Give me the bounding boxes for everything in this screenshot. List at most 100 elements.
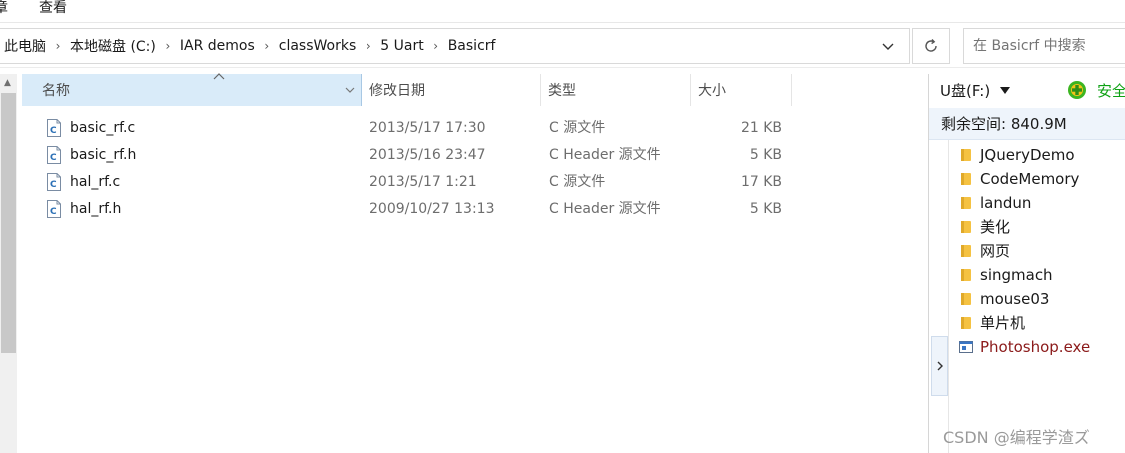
file-name[interactable]: basic_rf.c xyxy=(70,115,135,142)
watermark: CSDN @编程学渣ズ xyxy=(943,428,1090,447)
file-date: 2013/5/16 23:47 xyxy=(369,147,486,163)
file-row[interactable]: C basic_rf.h 2013/5/16 23:47 C Header 源文… xyxy=(22,142,792,169)
list-item[interactable]: Photoshop.exe xyxy=(959,335,1124,359)
folder-icon xyxy=(961,149,971,161)
expand-panel-button[interactable] xyxy=(931,336,948,396)
file-date: 2013/5/17 1:21 xyxy=(369,174,477,190)
file-type: C Header 源文件 xyxy=(549,201,661,217)
folder-icon xyxy=(961,221,971,233)
file-type: C Header 源文件 xyxy=(549,147,661,163)
folder-icon xyxy=(961,317,971,329)
scroll-up-arrow-icon[interactable]: ▲ xyxy=(4,78,11,88)
file-row[interactable]: C hal_rf.c 2013/5/17 1:21 C 源文件 17 KB xyxy=(22,169,792,196)
safe-eject-label[interactable]: 安全 xyxy=(1097,74,1125,108)
list-item[interactable]: 网页 xyxy=(959,239,1124,263)
breadcrumb-item-basicrf[interactable]: Basicrf xyxy=(448,38,496,54)
c-source-file-icon: C xyxy=(47,173,61,191)
drive-item-name: JQueryDemo xyxy=(980,146,1075,164)
ribbon-tab-strip: 章 查看 xyxy=(0,0,1125,23)
chevron-right-icon[interactable]: › xyxy=(356,39,380,53)
file-row[interactable]: C basic_rf.c 2013/5/17 17:30 C 源文件 21 KB xyxy=(22,115,792,142)
folder-icon xyxy=(961,173,971,185)
file-size: 5 KB xyxy=(749,147,782,163)
scrollbar-thumb[interactable] xyxy=(1,93,16,353)
svg-text:C: C xyxy=(50,153,57,163)
column-header-name-label: 名称 xyxy=(42,83,70,99)
caret-down-icon[interactable] xyxy=(999,86,1011,95)
file-name[interactable]: basic_rf.h xyxy=(70,142,136,169)
address-row: 此电脑 › 本地磁盘 (C:) › IAR demos › classWorks… xyxy=(0,24,1125,68)
list-item[interactable]: landun xyxy=(959,191,1124,215)
drive-item-name: Photoshop.exe xyxy=(980,338,1091,356)
file-row[interactable]: C hal_rf.h 2009/10/27 13:13 C Header 源文件… xyxy=(22,196,792,223)
folder-icon xyxy=(961,269,971,281)
folder-icon xyxy=(961,197,971,209)
search-input[interactable] xyxy=(964,29,1124,63)
drive-item-name: 网页 xyxy=(980,242,1011,260)
file-size: 21 KB xyxy=(740,120,782,136)
svg-text:C: C xyxy=(50,207,57,217)
breadcrumb-item-iar-demos[interactable]: IAR demos xyxy=(180,38,255,54)
sort-ascending-icon xyxy=(213,73,225,80)
free-space-text: 剩余空间: 840.9M xyxy=(941,115,1067,133)
breadcrumb-item-classworks[interactable]: classWorks xyxy=(279,38,357,54)
address-bar[interactable]: 此电脑 › 本地磁盘 (C:) › IAR demos › classWorks… xyxy=(0,28,910,64)
chevron-down-icon[interactable] xyxy=(343,84,357,96)
refresh-icon xyxy=(925,39,937,52)
application-exe-icon xyxy=(959,341,973,353)
drive-item-name: 美化 xyxy=(980,218,1011,236)
folder-icon xyxy=(961,293,971,305)
file-date: 2009/10/27 13:13 xyxy=(369,201,495,217)
list-item[interactable]: 美化 xyxy=(959,215,1124,239)
breadcrumb-item-5-uart[interactable]: 5 Uart xyxy=(380,38,423,54)
chevron-right-icon[interactable]: › xyxy=(255,39,279,53)
list-item[interactable]: 单片机 xyxy=(959,311,1124,335)
chevron-down-icon[interactable] xyxy=(880,40,896,54)
list-item[interactable]: singmach xyxy=(959,263,1124,287)
list-item[interactable]: CodeMemory xyxy=(959,167,1124,191)
chevron-right-icon[interactable]: › xyxy=(46,39,70,53)
drive-label[interactable]: U盘(F:) xyxy=(940,74,990,108)
c-header-file-icon: C xyxy=(47,146,61,164)
drive-item-name: mouse03 xyxy=(980,290,1050,308)
file-name[interactable]: hal_rf.c xyxy=(70,169,120,196)
panel-expand-strip xyxy=(929,140,949,453)
file-size: 5 KB xyxy=(749,201,782,217)
chevron-right-icon[interactable]: › xyxy=(156,39,180,53)
file-name[interactable]: hal_rf.h xyxy=(70,196,121,223)
c-header-file-icon: C xyxy=(47,200,61,218)
drive-item-name: 单片机 xyxy=(980,314,1026,332)
column-header-type-label: 类型 xyxy=(548,83,576,99)
chevron-right-icon[interactable]: › xyxy=(424,39,448,53)
column-header-date[interactable]: 修改日期 xyxy=(363,74,541,106)
vertical-scrollbar[interactable]: ▲ xyxy=(0,74,17,453)
file-size: 17 KB xyxy=(740,174,782,190)
file-type: C 源文件 xyxy=(549,174,606,190)
list-item[interactable]: JQueryDemo xyxy=(959,143,1124,167)
breadcrumb: 此电脑 › 本地磁盘 (C:) › IAR demos › classWorks… xyxy=(4,29,495,63)
breadcrumb-item-this-pc[interactable]: 此电脑 xyxy=(4,36,46,56)
svg-text:C: C xyxy=(50,180,57,190)
ribbon-tab-view[interactable]: 查看 xyxy=(39,0,67,16)
drive-item-name: landun xyxy=(980,194,1032,212)
refresh-button[interactable] xyxy=(912,28,950,64)
column-header-type[interactable]: 类型 xyxy=(542,74,691,106)
list-item[interactable]: mouse03 xyxy=(959,287,1124,311)
folder-icon xyxy=(961,245,971,257)
ribbon-tab-partial[interactable]: 章 xyxy=(0,0,8,16)
column-header-size-label: 大小 xyxy=(698,83,726,99)
free-space-bar: 剩余空间: 840.9M xyxy=(929,108,1125,140)
file-type: C 源文件 xyxy=(549,120,606,136)
column-header-name[interactable]: 名称 xyxy=(22,73,362,106)
file-date: 2013/5/17 17:30 xyxy=(369,120,486,136)
chevron-right-icon xyxy=(937,361,943,371)
search-box[interactable] xyxy=(963,28,1125,64)
breadcrumb-item-local-disk[interactable]: 本地磁盘 (C:) xyxy=(70,36,156,56)
safe-shield-icon[interactable] xyxy=(1067,80,1087,100)
c-source-file-icon: C xyxy=(47,119,61,137)
drive-item-name: singmach xyxy=(980,266,1053,284)
drive-selector[interactable]: U盘(F:) 安全 xyxy=(929,74,1125,108)
column-header-date-label: 修改日期 xyxy=(369,83,425,99)
drive-item-name: CodeMemory xyxy=(980,170,1080,188)
column-header-size[interactable]: 大小 xyxy=(692,74,792,106)
